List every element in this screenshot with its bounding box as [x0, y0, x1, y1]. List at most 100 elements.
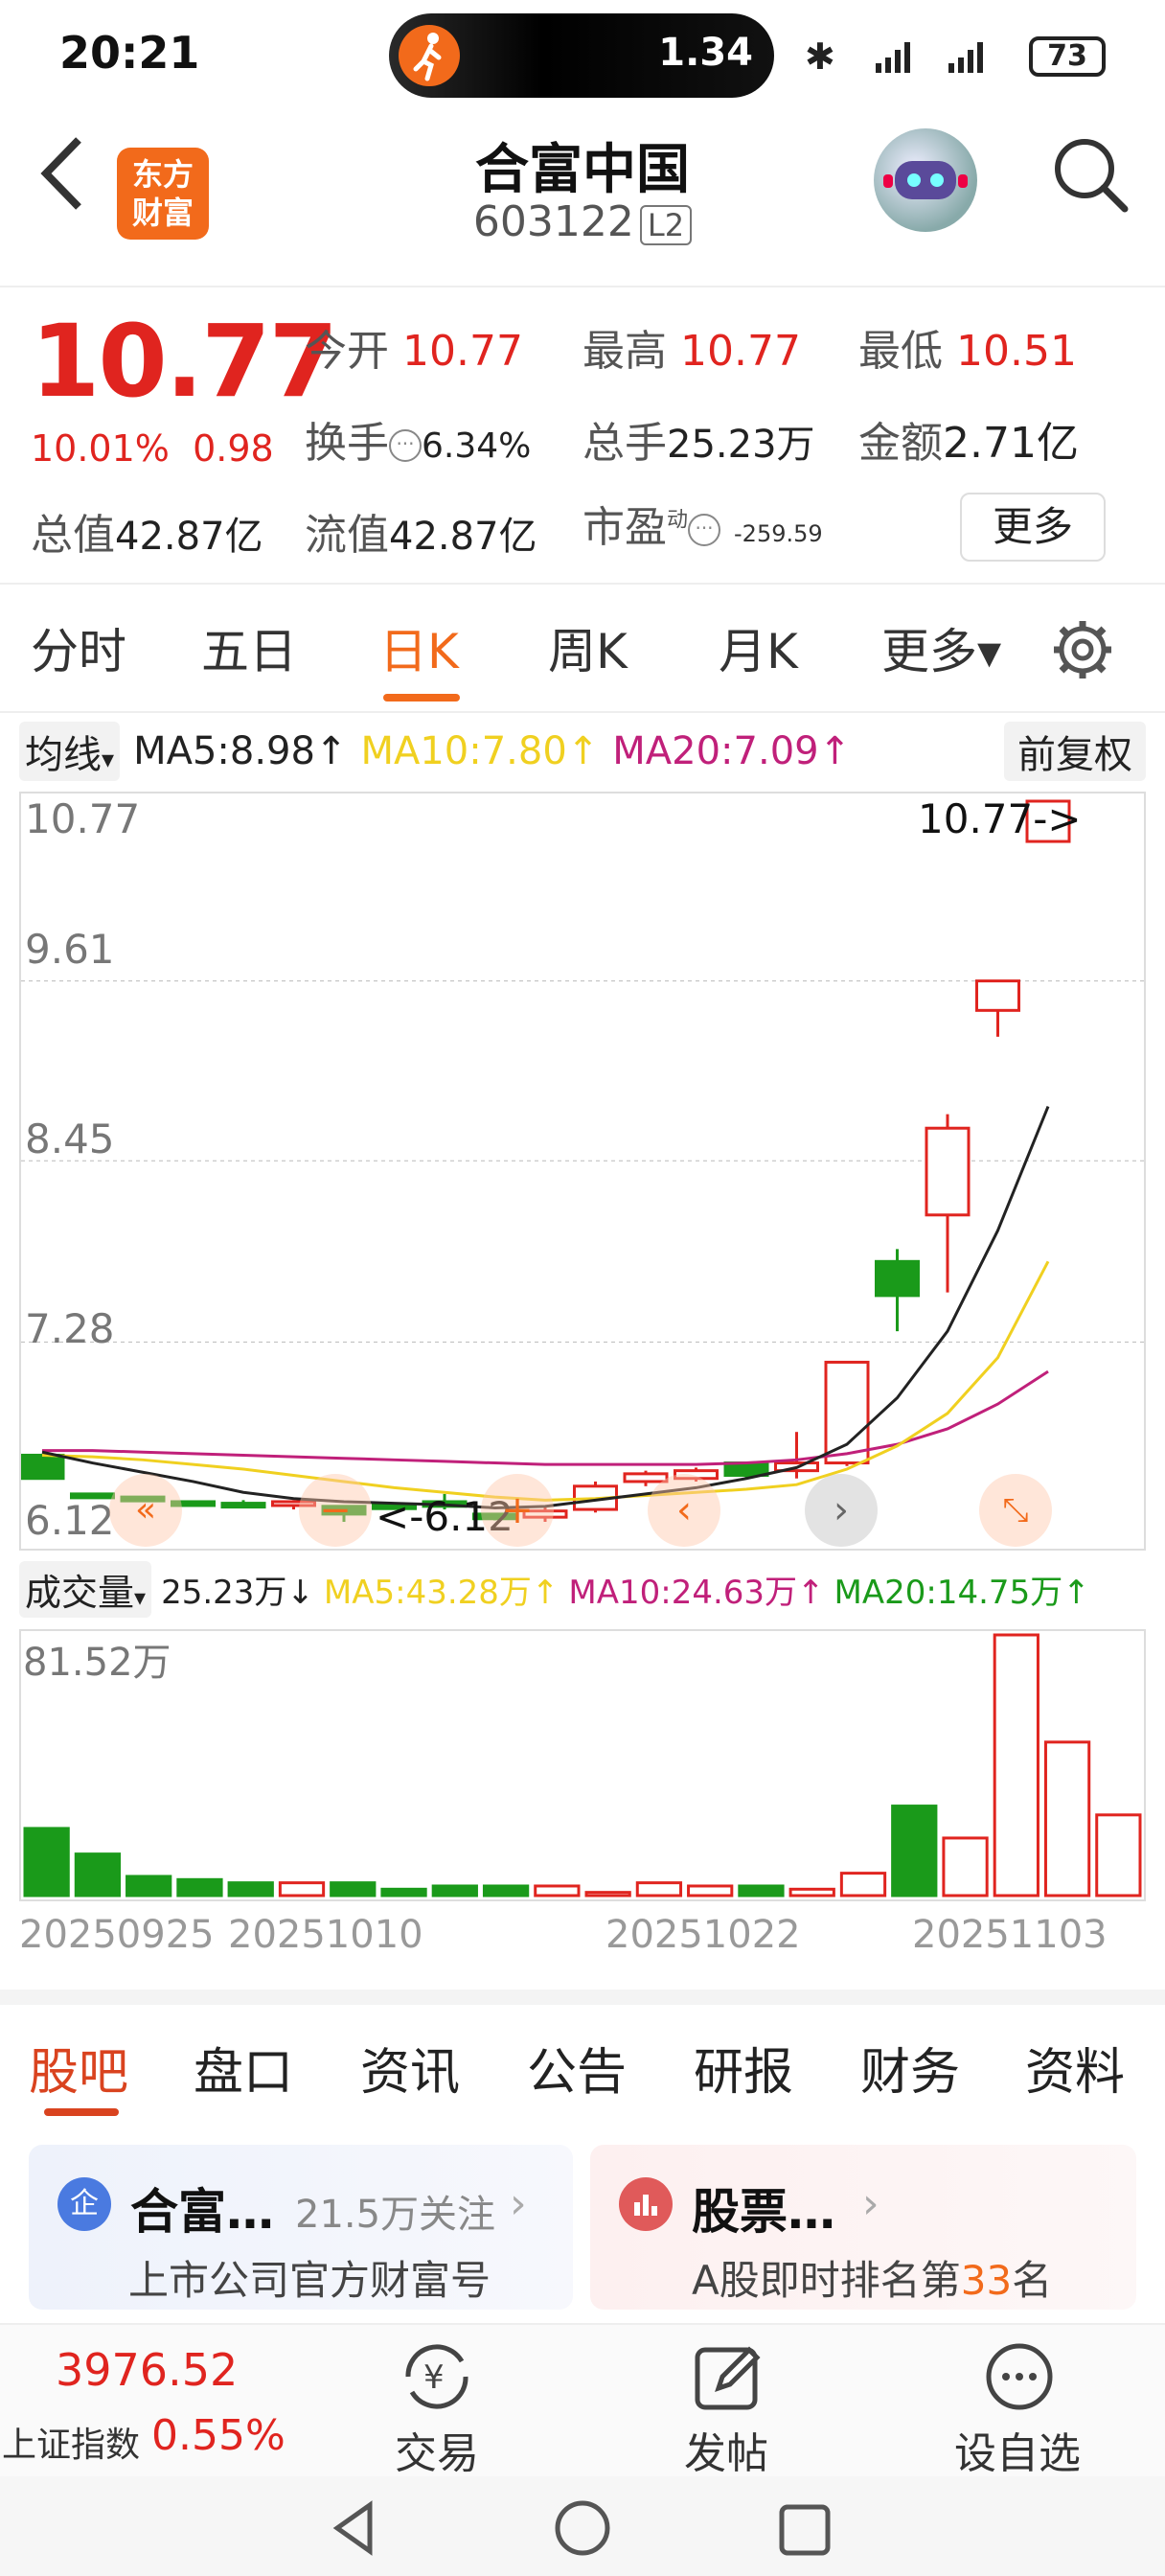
home-nav-icon[interactable] — [554, 2499, 611, 2561]
float-item: 流值42.87亿 — [305, 500, 537, 562]
ma-selector[interactable]: 均线▾ — [19, 722, 121, 781]
trade-label[interactable]: 交易 — [395, 2419, 479, 2480]
back-nav-icon[interactable] — [326, 2499, 383, 2561]
clock: 20:21 — [59, 27, 200, 79]
y-label-max: 10.77 — [25, 795, 141, 842]
volume-selector-label: 成交量 — [25, 1571, 135, 1614]
volume-bar — [788, 1887, 835, 1898]
tab-intraday[interactable]: 分时 — [31, 613, 126, 682]
rank-chart-icon — [619, 2177, 673, 2231]
official-account-card[interactable]: 企 合富… 21.5万关注 › 上市公司官方财富号 — [29, 2145, 573, 2310]
index-name[interactable]: 上证指数 — [2, 2417, 140, 2467]
vol-ma10-legend: MA10:24.63万↑ — [568, 1573, 825, 1612]
stock-name: 合富中国 — [475, 139, 690, 201]
index-change[interactable]: 0.55% — [151, 2411, 286, 2460]
adjust-button[interactable]: 前复权 — [1004, 722, 1146, 781]
volume-bar — [74, 1852, 122, 1898]
volume-bar — [176, 1877, 223, 1898]
candle-body — [220, 1502, 266, 1509]
volume-bar — [738, 1884, 785, 1898]
zoom-in-icon[interactable]: + — [481, 1474, 554, 1547]
mcap-value: 42.87亿 — [115, 515, 263, 559]
tab-news[interactable]: 资讯 — [360, 2032, 460, 2104]
candle-body — [975, 979, 1020, 1012]
pe-label: 市盈 — [582, 503, 667, 552]
active-tab-indicator — [383, 694, 460, 702]
scroll-left-icon[interactable]: ‹ — [648, 1474, 720, 1547]
tab-profile[interactable]: 资料 — [1025, 2032, 1125, 2104]
tab-five-day[interactable]: 五日 — [201, 613, 297, 682]
scroll-right-icon[interactable]: › — [805, 1474, 878, 1547]
vol-ma5-legend: MA5:43.28万↑ — [323, 1573, 560, 1612]
y-label-4: 7.28 — [25, 1305, 115, 1352]
high-label: 最高 — [582, 327, 667, 376]
amount-item: 金额2.71亿 — [858, 408, 1079, 470]
watchlist-label[interactable]: 设自选 — [954, 2419, 1081, 2480]
post-icon[interactable] — [690, 2340, 766, 2417]
status-bar: 20:21 1.34 ✱ 73 — [0, 0, 1165, 115]
search-icon[interactable] — [1050, 134, 1131, 215]
kline-svg — [21, 799, 1144, 1522]
stock-rank-card[interactable]: 股票… › A股即时排名第33名 — [590, 2145, 1136, 2310]
rank-desc-post: 名 — [1012, 2257, 1053, 2304]
turnover-value: 6.34% — [422, 426, 532, 466]
candle-body — [623, 1472, 669, 1484]
low-label: 最低 — [858, 327, 943, 376]
svg-text:¥: ¥ — [423, 2358, 445, 2397]
ma10-legend: MA10:7.80↑ — [360, 729, 600, 773]
volume-selector[interactable]: 成交量▾ — [19, 1560, 152, 1618]
gear-icon[interactable] — [1050, 617, 1115, 686]
high-value: 10.77 — [680, 327, 801, 376]
volume-chart[interactable]: 81.52万 — [19, 1629, 1146, 1901]
volume-bar — [635, 1881, 683, 1898]
volume-bar — [126, 1874, 172, 1898]
ma-selector-label: 均线 — [25, 733, 102, 777]
volume-current: 25.23万↓ — [161, 1573, 314, 1612]
rank-number: 33 — [960, 2257, 1013, 2304]
volume-bar — [534, 1884, 581, 1898]
tab-finance[interactable]: 财务 — [860, 2032, 960, 2104]
rank-desc: A股即时排名第33名 — [692, 2248, 1052, 2307]
zoom-out-icon[interactable]: − — [299, 1474, 372, 1547]
volume-value: 25.23万 — [667, 423, 815, 467]
volume-legend-bar: 成交量▾ 25.23万↓ MA5:43.28万↑ MA10:24.63万↑ MA… — [19, 1560, 1146, 1618]
tab-research[interactable]: 研报 — [694, 2032, 793, 2104]
post-label[interactable]: 发帖 — [684, 2419, 768, 2480]
index-value[interactable]: 3976.52 — [56, 2344, 238, 2396]
float-label: 流值 — [305, 511, 389, 560]
assistant-avatar-icon[interactable] — [874, 128, 977, 232]
tab-announcements[interactable]: 公告 — [527, 2032, 627, 2104]
volume-bar — [278, 1881, 326, 1898]
tab-weekly-k[interactable]: 周K — [548, 613, 628, 682]
activity-pill[interactable]: 1.34 — [389, 13, 774, 98]
volume-max-label: 81.52万 — [23, 1641, 171, 1685]
fullscreen-icon[interactable]: ⤡ — [979, 1474, 1052, 1547]
volume-label: 总手 — [582, 419, 667, 468]
volume-bar — [482, 1884, 530, 1898]
more-button[interactable]: 更多 — [960, 493, 1106, 562]
signal-icon: ✱ — [805, 31, 1025, 82]
date-axis: 20250925 20251010 20251022 20251103 — [19, 1913, 1146, 1966]
trade-icon[interactable]: ¥ — [395, 2340, 479, 2417]
volume-bar — [1043, 1740, 1091, 1898]
ma20-legend: MA20:7.09↑ — [612, 729, 852, 773]
ma5-legend: MA5:8.98↑ — [133, 729, 348, 773]
tab-monthly-k[interactable]: 月K — [719, 613, 798, 682]
volume-bar — [993, 1633, 1039, 1898]
y-label-2: 9.61 — [25, 926, 115, 973]
tab-pankou[interactable]: 盘口 — [194, 2032, 293, 2104]
info-dots-icon[interactable]: ··· — [389, 429, 422, 462]
volume-bar — [687, 1884, 734, 1898]
add-watchlist-icon[interactable] — [981, 2340, 1058, 2417]
amount-label: 金额 — [858, 419, 943, 468]
kline-chart[interactable]: 10.77 9.61 8.45 7.28 6.12 10.77-> <-6.12… — [19, 792, 1146, 1551]
info-dots-icon[interactable]: ··· — [688, 514, 721, 546]
tab-more[interactable]: 更多▾ — [881, 613, 1001, 682]
volume-bar — [431, 1884, 478, 1898]
scroll-start-icon[interactable]: « — [109, 1474, 182, 1547]
ma-legend-bar: 均线▾ MA5:8.98↑ MA10:7.80↑ MA20:7.09↑ 前复权 — [19, 721, 1146, 782]
mcap-label: 总值 — [31, 511, 115, 560]
recents-nav-icon[interactable] — [778, 2503, 832, 2561]
tab-guba[interactable]: 股吧 — [29, 2032, 128, 2104]
tab-daily-k[interactable]: 日K — [379, 613, 459, 682]
